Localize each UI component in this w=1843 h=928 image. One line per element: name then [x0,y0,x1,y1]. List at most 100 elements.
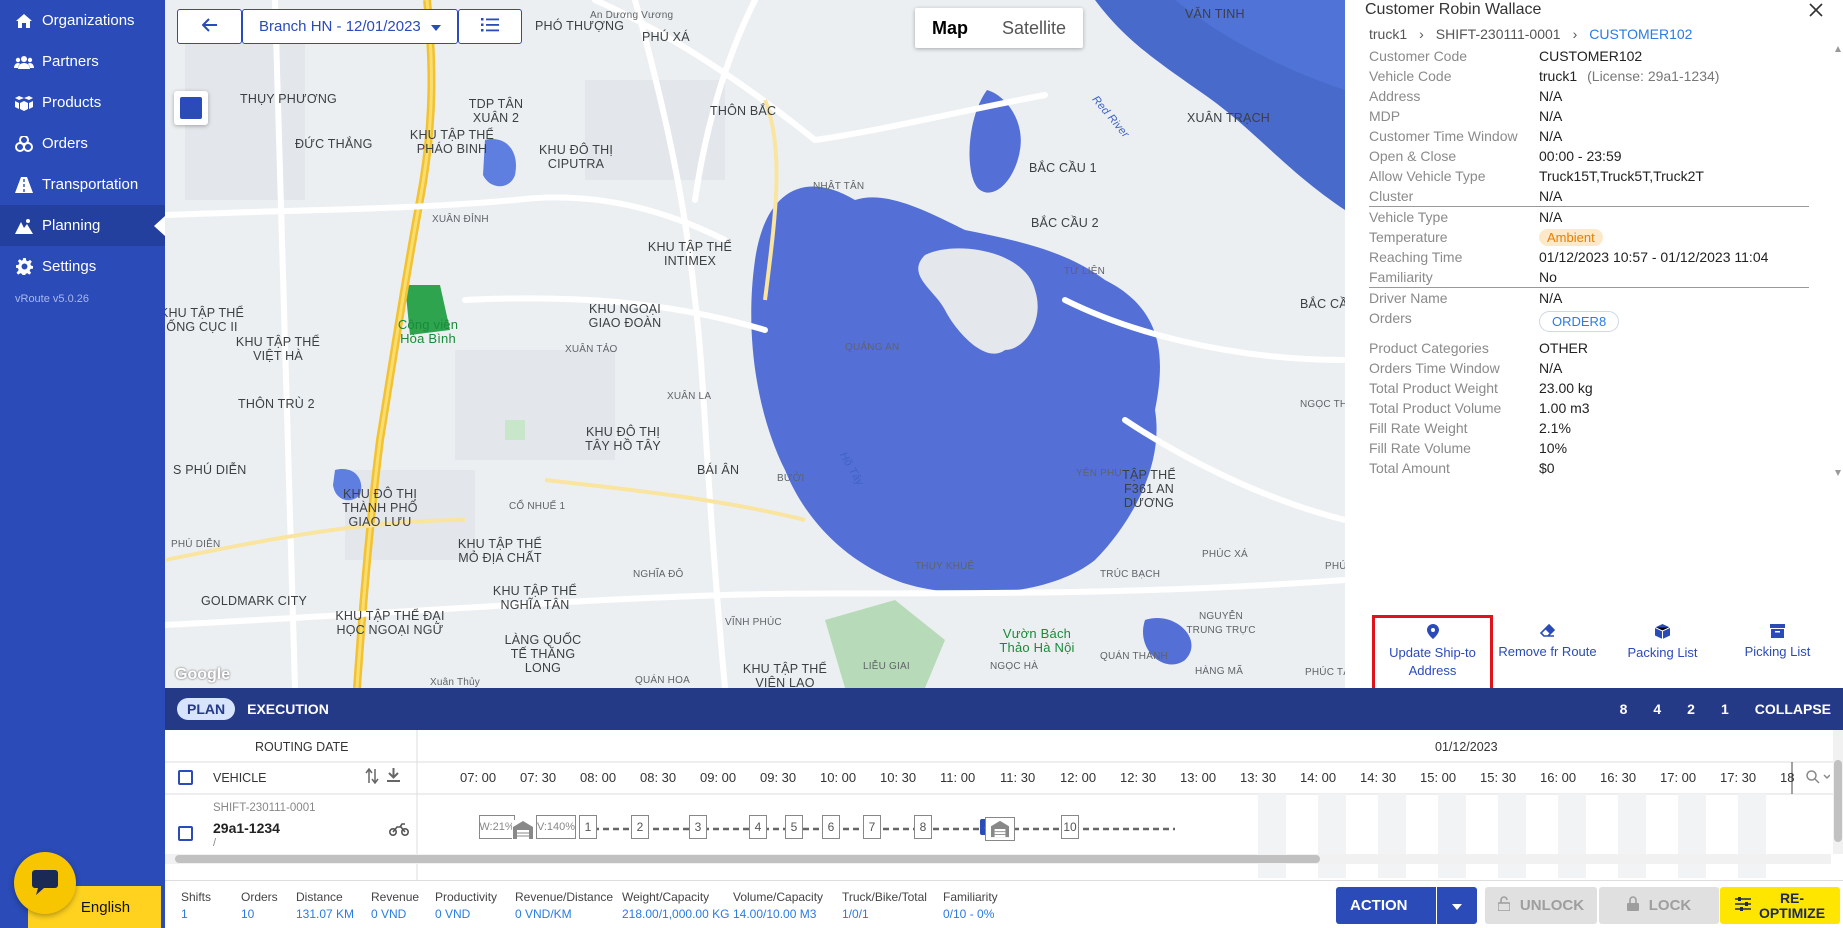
route-stop[interactable]: 5 [785,815,803,839]
action-dropdown-button[interactable] [1437,887,1477,924]
action-button[interactable]: ACTION [1336,887,1436,924]
sidebar-item-label: Organizations [42,12,135,29]
warehouse-end-icon[interactable] [985,817,1015,841]
remove-from-route-button[interactable]: Remove fr Route [1490,618,1605,688]
picking-list-button[interactable]: Picking List [1720,618,1835,688]
map-label: PHÚC XÁ [1202,549,1248,560]
branch-select[interactable]: Branch HN - 12/01/2023 [242,9,458,44]
route-stop[interactable]: 2 [631,815,649,839]
update-ship-to-address-button[interactable]: Update Ship-to Address [1372,615,1493,691]
summary-value: 0 VND [435,907,471,921]
arrow-left-icon [201,17,218,36]
map-label: An Dương Vương [590,10,674,21]
map-label: BẮC CẦU 2 [1031,216,1099,230]
timeline-tick: 18 [1780,770,1795,785]
reoptimize-button[interactable]: RE- OPTIMIZE [1720,887,1840,924]
collapse-button[interactable]: COLLAPSE [1755,701,1831,717]
map-pin-icon [1375,624,1490,644]
unlock-button[interactable]: UNLOCK [1485,887,1597,924]
info-value: $0 [1539,460,1555,476]
order-chip[interactable]: ORDER8 [1539,310,1620,332]
list-view-button[interactable] [458,9,522,44]
zoom-2[interactable]: 2 [1687,701,1695,717]
map-label: KHU TẬP THỂ VIỆT HÀ [235,335,321,363]
map-label: TẬP THỂ F361 AN DƯƠNG [1122,468,1176,510]
sidebar-item-planning[interactable]: Planning [0,205,165,246]
chevron-right-icon: › [1572,26,1578,42]
sort-icon[interactable] [365,767,379,787]
info-value: 1.00 m3 [1539,400,1590,416]
layer-toggle-button[interactable] [174,91,208,125]
summary-value: 1 [181,907,188,921]
route-stop[interactable]: 1 [579,815,597,839]
sidebar-item-products[interactable]: Products [0,82,165,123]
sidebar-item-partners[interactable]: Partners [0,41,165,82]
zoom-1[interactable]: 1 [1721,701,1729,717]
sidebar-item-settings[interactable]: Settings [0,246,165,287]
map-label: ĐỨC THẮNG [295,137,373,151]
timeline-tick: 15: 30 [1480,770,1517,785]
info-value: N/A [1539,88,1563,104]
timeline-tick: 09: 00 [700,770,737,785]
breadcrumb-item-current[interactable]: CUSTOMER102 [1589,26,1692,42]
breadcrumb-item[interactable]: truck1 [1369,26,1407,42]
select-all-checkbox[interactable] [178,770,193,785]
map-label: PHÚ XÁ [642,30,690,44]
map-label: GOLDMARK CITY [201,594,308,608]
close-button[interactable] [1809,0,1823,23]
map-label: NGỌC TH [1300,399,1345,410]
map-label: NGHĨA ĐÔ [633,569,684,580]
sidebar-item-orders[interactable]: Orders [0,123,165,164]
lock-button[interactable]: LOCK [1599,887,1719,924]
breadcrumb-item[interactable]: SHIFT-230111-0001 [1436,26,1561,42]
info-value: N/A [1539,188,1563,204]
download-icon[interactable] [387,768,400,786]
vehicle-license: (License: 29a1-1234) [1587,68,1720,84]
route-stop[interactable]: 6 [822,815,840,839]
timeline-tick: 10: 00 [820,770,857,785]
tab-execution[interactable]: EXECUTION [247,701,329,717]
map-type-satellite[interactable]: Satellite [985,8,1083,48]
timeline-tick: 17: 30 [1720,770,1757,785]
map-view[interactable]: PHÓ THƯỢNG PHÚ XÁ VĂN TINH An Dương Vươn… [165,0,1345,688]
info-value: 01/12/2023 10:57 - 01/12/2023 11:04 [1539,249,1769,265]
tab-plan[interactable]: PLAN [177,698,236,720]
map-label: PHÚC TÂN [1325,561,1345,572]
back-button[interactable] [177,9,242,44]
info-row: Customer Time Window N/A [1369,126,1843,146]
caret-down-icon [431,18,441,35]
zoom-search-icon[interactable] [1806,770,1831,787]
row-checkbox[interactable] [178,826,193,841]
panel-scrollbar[interactable] [1835,46,1841,476]
route-stop[interactable]: 8 [914,815,932,839]
route-stop[interactable]: 3 [689,815,707,839]
vehicle-sub: / [213,837,217,849]
map-label: XUÂN ĐỈNH [432,214,489,225]
summary-item: Revenue/Distance 0 VND/KM [515,889,613,923]
sidebar-item-transportation[interactable]: Transportation [0,164,165,205]
warehouse-start-icon[interactable] [512,820,536,840]
route-stop[interactable]: 7 [863,815,881,839]
volume-fill-indicator: V:140% [536,815,576,839]
map-label: BẮC CẦU 1 [1029,161,1097,175]
map-label: KHU TẬP THỂ ỐNG CỤC II [165,306,245,334]
sidebar-item-organizations[interactable]: Organizations [0,0,165,41]
map-label: XUÂN TRẠCH [1187,111,1271,125]
info-key: Total Product Weight [1369,380,1498,396]
zoom-8[interactable]: 8 [1620,701,1628,717]
action-label: Picking List [1744,644,1811,659]
route-stop[interactable]: 10 [1061,815,1079,839]
zoom-4[interactable]: 4 [1653,701,1661,717]
map-label: Công viên Hòa Bình [397,317,459,346]
info-key: Customer Time Window [1369,128,1518,144]
chat-icon [30,868,60,899]
home-icon [14,12,34,30]
chat-button[interactable] [14,852,76,914]
sliders-icon [1734,897,1751,914]
map-type-map[interactable]: Map [915,8,985,48]
sidebar: Organizations Partners Products Orders T… [0,0,165,928]
info-row: MDP N/A [1369,106,1843,126]
packing-list-button[interactable]: Packing List [1605,618,1720,688]
route-stop[interactable]: 4 [749,815,767,839]
map-label: S PHÚ DIỄN [173,463,247,477]
